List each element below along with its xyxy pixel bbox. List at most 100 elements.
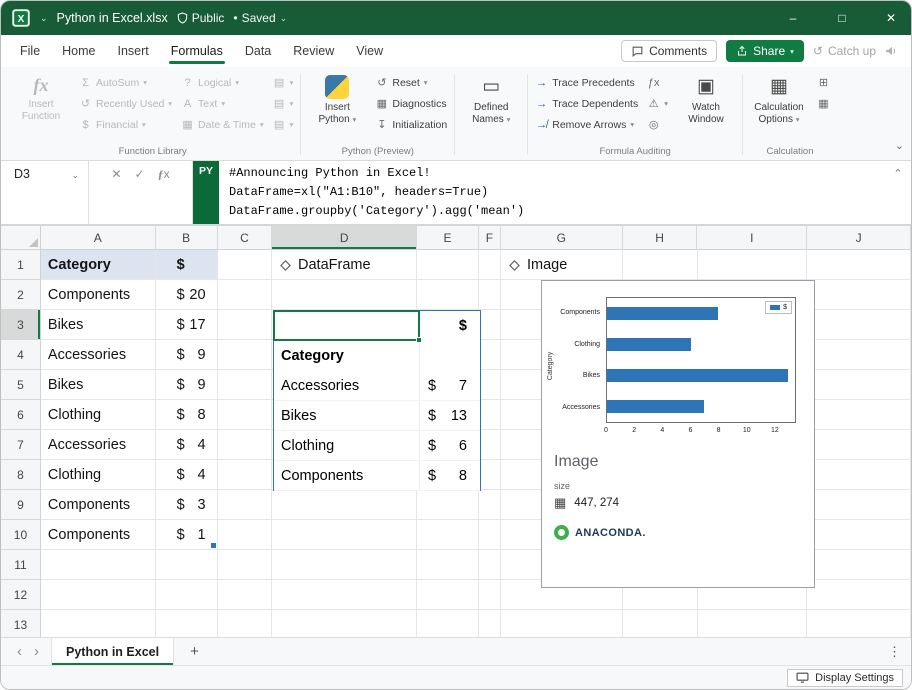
logical-button[interactable]: ?Logical▾	[179, 74, 266, 91]
cell-F1[interactable]	[479, 250, 501, 280]
insert-function-button[interactable]: fx Insert Function	[10, 71, 72, 122]
cell-E13[interactable]	[417, 610, 479, 637]
enter-icon[interactable]: ✓	[135, 167, 145, 181]
watch-window-button[interactable]: ▣ Watch Window	[675, 71, 737, 125]
column-header-E[interactable]: E	[417, 226, 479, 250]
ribbon-tab-view[interactable]: View	[345, 38, 394, 64]
recently-used-button[interactable]: ↺Recently Used▾	[77, 95, 174, 112]
cell-A9[interactable]: Components	[41, 490, 156, 520]
add-sheet-button[interactable]: +	[190, 643, 199, 660]
cell-E1[interactable]	[417, 250, 479, 280]
ribbon-tab-formulas[interactable]: Formulas	[160, 38, 234, 64]
insert-python-button[interactable]: Insert Python ▾	[306, 71, 368, 125]
app-menu-chevron-icon[interactable]: ⌄	[40, 13, 48, 24]
catch-up-button[interactable]: ↺ Catch up	[813, 44, 876, 58]
excel-app-icon[interactable]: X	[11, 8, 31, 28]
cell-F13[interactable]	[479, 610, 501, 637]
cell-C2[interactable]	[218, 280, 273, 310]
dataframe-row[interactable]: Components$8	[274, 461, 480, 491]
cell-J2[interactable]	[807, 280, 911, 310]
fill-handle[interactable]	[416, 337, 422, 343]
sheet-nav-left-icon[interactable]: ‹	[11, 643, 28, 660]
cell-F10[interactable]	[479, 520, 501, 550]
calculation-options-button[interactable]: ▦ Calculation Options ▾	[748, 71, 810, 125]
cell-H13[interactable]	[623, 610, 698, 637]
cell-A13[interactable]	[41, 610, 156, 637]
cell-J9[interactable]	[807, 490, 911, 520]
cell-F5[interactable]	[479, 370, 501, 400]
cell-A6[interactable]: Clothing	[41, 400, 156, 430]
cell-C5[interactable]	[218, 370, 273, 400]
share-button[interactable]: Share ▾	[726, 40, 804, 62]
cell-E10[interactable]	[417, 520, 479, 550]
cell-F2[interactable]	[479, 280, 501, 310]
reset-button[interactable]: ↺Reset▾	[373, 74, 449, 91]
row-header-2[interactable]: 2	[1, 280, 41, 310]
chevron-down-icon[interactable]: ⌄	[71, 170, 79, 181]
row-header-13[interactable]: 13	[1, 610, 41, 637]
cell-J12[interactable]	[807, 580, 911, 610]
evaluate-formula-button[interactable]: ◎	[645, 116, 670, 133]
row-header-7[interactable]: 7	[1, 430, 41, 460]
cell-B13[interactable]	[156, 610, 218, 637]
row-header-4[interactable]: 4	[1, 340, 41, 370]
diagnostics-button[interactable]: ▦Diagnostics	[373, 95, 449, 112]
ribbon-tab-data[interactable]: Data	[234, 38, 282, 64]
dataframe-row[interactable]: Bikes$13	[274, 401, 480, 431]
cell-B11[interactable]	[156, 550, 218, 580]
column-header-H[interactable]: H	[623, 226, 698, 250]
cell-A2[interactable]: Components	[41, 280, 156, 310]
remove-arrows-button[interactable]: ↛Remove Arrows▾	[533, 116, 640, 133]
image-card-label[interactable]: Image	[508, 250, 567, 280]
cell-B2[interactable]: $20	[156, 280, 218, 310]
cell-E2[interactable]	[417, 280, 479, 310]
cell-B4[interactable]: $9	[156, 340, 218, 370]
trace-dependents-button[interactable]: →Trace Dependents	[533, 95, 640, 112]
cell-J11[interactable]	[807, 550, 911, 580]
image-preview-card[interactable]: Category ComponentsClothingBikesAccessor…	[541, 280, 815, 588]
cell-B6[interactable]: $8	[156, 400, 218, 430]
sheet-tab-python-in-excel[interactable]: Python in Excel	[51, 638, 174, 665]
cell-C13[interactable]	[218, 610, 273, 637]
ribbon-tab-home[interactable]: Home	[51, 38, 106, 64]
dataframe-value-header[interactable]: $	[419, 311, 480, 341]
cell-J7[interactable]	[807, 430, 911, 460]
cell-A12[interactable]	[41, 580, 156, 610]
active-cell-d3[interactable]	[273, 310, 420, 341]
comments-button[interactable]: Comments	[621, 40, 717, 62]
cell-A10[interactable]: Components	[41, 520, 156, 550]
cell-C9[interactable]	[218, 490, 273, 520]
column-header-B[interactable]: B	[156, 226, 218, 250]
cell-F4[interactable]	[479, 340, 501, 370]
cell-A7[interactable]: Accessories	[41, 430, 156, 460]
cell-F8[interactable]	[479, 460, 501, 490]
date-time-button[interactable]: ▦Date & Time▾	[179, 116, 266, 133]
cell-G13[interactable]	[501, 610, 623, 637]
ribbon-tab-review[interactable]: Review	[282, 38, 345, 64]
cell-C4[interactable]	[218, 340, 273, 370]
dataframe-row[interactable]: Clothing$6	[274, 431, 480, 461]
cell-D2[interactable]	[272, 280, 417, 310]
cell-B5[interactable]: $9	[156, 370, 218, 400]
row-header-9[interactable]: 9	[1, 490, 41, 520]
cell-C12[interactable]	[218, 580, 273, 610]
cell-J5[interactable]	[807, 370, 911, 400]
error-checking-button[interactable]: ⚠▾	[645, 95, 670, 112]
cancel-icon[interactable]: ✕	[111, 167, 121, 181]
name-box[interactable]: D3 ⌄	[1, 161, 89, 224]
cell-A1[interactable]: Category	[41, 250, 156, 280]
cell-B9[interactable]: $3	[156, 490, 218, 520]
more-functions-button[interactable]: ▤▾	[271, 116, 296, 133]
cell-D10[interactable]	[272, 520, 417, 550]
dataframe-group-header[interactable]: Category	[274, 341, 419, 371]
cell-C1[interactable]	[218, 250, 273, 280]
collapse-ribbon-icon[interactable]: ⌄	[895, 139, 904, 152]
cell-J4[interactable]	[807, 340, 911, 370]
cell-J8[interactable]	[807, 460, 911, 490]
megaphone-icon[interactable]	[885, 45, 899, 57]
row-header-12[interactable]: 12	[1, 580, 41, 610]
formula-input[interactable]: #Announcing Python in Excel!DataFrame=xl…	[219, 161, 885, 224]
cell-B1[interactable]: $	[156, 250, 218, 280]
lookup-reference-button[interactable]: ▤▾	[271, 74, 296, 91]
cell-D9[interactable]	[272, 490, 417, 520]
